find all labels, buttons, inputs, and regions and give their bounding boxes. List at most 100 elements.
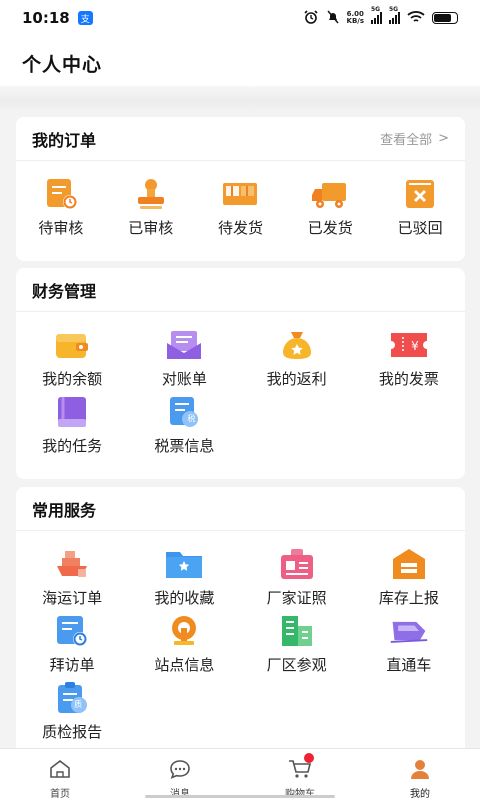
status-icons: 6.00 KB/s 5G 5G xyxy=(303,6,458,28)
svg-text:¥: ¥ xyxy=(411,339,419,353)
service-item-inventory-report[interactable]: 库存上报 xyxy=(353,547,465,608)
ship-icon xyxy=(52,547,92,581)
order-status-approved[interactable]: 已审核 xyxy=(106,177,196,238)
services-card: 常用服务 海运订单 我的收藏 厂家证照 库存上报 拜访单 站点信息 厂区参观 直… xyxy=(16,487,465,749)
finance-item-label: 我的发票 xyxy=(378,370,439,388)
finance-item-statement[interactable]: 对账单 xyxy=(128,328,240,389)
network-speed: 6.00 KB/s xyxy=(346,10,364,25)
finance-item-tasks[interactable]: 我的任务 xyxy=(16,395,128,456)
service-item-factory-visit[interactable]: 厂区参观 xyxy=(241,614,353,675)
order-status-pending-shipment[interactable]: 待发货 xyxy=(196,177,286,238)
service-item-label: 拜访单 xyxy=(49,656,95,674)
tax-badge-text: 税 xyxy=(187,414,196,423)
tab-messages[interactable]: 消息 xyxy=(120,749,240,800)
finance-card: 财务管理 我的余额 对账单 我的返利 ¥ 我的发票 我的任务 税 税票信息 xyxy=(16,268,465,479)
orders-title: 我的订单 xyxy=(32,130,97,150)
station-icon xyxy=(164,614,204,648)
approved-stamp-icon xyxy=(131,177,171,211)
service-item-label: 海运订单 xyxy=(42,589,103,607)
order-status-label: 待发货 xyxy=(217,219,263,237)
visit-clock-icon xyxy=(52,614,92,648)
shipped-truck-icon xyxy=(310,177,350,211)
pending-review-icon xyxy=(41,177,81,211)
service-item-station-info[interactable]: 站点信息 xyxy=(128,614,240,675)
orders-card-header: 我的订单 查看全部 > xyxy=(16,117,465,161)
service-item-label: 直通车 xyxy=(386,656,432,674)
finance-item-label: 税票信息 xyxy=(154,437,215,455)
order-status-label: 已驳回 xyxy=(397,219,443,237)
order-status-shipped[interactable]: 已发货 xyxy=(285,177,375,238)
view-all-orders-link[interactable]: 查看全部 > xyxy=(380,129,449,148)
tab-label: 首页 xyxy=(50,789,70,800)
service-item-express[interactable]: 直通车 xyxy=(353,614,465,675)
license-id-icon xyxy=(277,547,317,581)
services-card-header: 常用服务 xyxy=(16,487,465,531)
task-book-icon xyxy=(52,395,92,429)
statement-icon xyxy=(164,328,204,362)
tab-cart[interactable]: 购物车 xyxy=(240,749,360,800)
chevron-right-icon: > xyxy=(438,131,449,146)
home-icon xyxy=(49,759,71,783)
header-banner xyxy=(0,86,480,112)
service-item-quality-report[interactable]: 质 质检报告 xyxy=(16,681,128,742)
finance-item-label: 我的余额 xyxy=(42,370,103,388)
finance-card-header: 财务管理 xyxy=(16,268,465,312)
order-status-label: 已审核 xyxy=(128,219,174,237)
quality-badge-text: 质 xyxy=(74,700,83,709)
services-title: 常用服务 xyxy=(32,500,97,520)
wifi-icon xyxy=(407,9,425,28)
home-indicator xyxy=(145,795,335,798)
order-status-pending-review[interactable]: 待审核 xyxy=(16,177,106,238)
service-item-label: 质检报告 xyxy=(42,723,103,741)
train-icon xyxy=(389,614,429,648)
finance-item-label: 我的任务 xyxy=(42,437,103,455)
service-item-visit-form[interactable]: 拜访单 xyxy=(16,614,128,675)
tab-label: 我的 xyxy=(410,789,430,800)
service-item-label: 站点信息 xyxy=(154,656,215,674)
message-icon xyxy=(169,759,191,783)
order-status-label: 待审核 xyxy=(38,219,84,237)
order-status-label: 已发货 xyxy=(307,219,353,237)
orders-card: 我的订单 查看全部 > 待审核 已审核 待发货 已发货 已驳回 xyxy=(16,117,465,261)
cart-badge-dot xyxy=(304,753,314,763)
mute-bell-icon xyxy=(326,9,340,28)
finance-item-rebate[interactable]: 我的返利 xyxy=(241,328,353,389)
status-bar: 10:18 支 6.00 KB/s 5G 5G xyxy=(0,0,480,36)
service-item-label: 库存上报 xyxy=(378,589,439,607)
finance-item-label: 对账单 xyxy=(161,370,207,388)
factory-building-icon xyxy=(277,614,317,648)
view-all-label: 查看全部 xyxy=(380,133,433,148)
alarm-icon xyxy=(303,9,319,28)
tab-home[interactable]: 首页 xyxy=(0,749,120,800)
quality-report-icon: 质 xyxy=(52,681,92,715)
money-bag-icon xyxy=(277,328,317,362)
order-status-rejected[interactable]: 已驳回 xyxy=(375,177,465,238)
finance-item-label: 我的返利 xyxy=(266,370,327,388)
profile-icon xyxy=(409,759,431,783)
signal-icon-2: 5G xyxy=(389,6,400,24)
finance-item-tax-info[interactable]: 税 税票信息 xyxy=(128,395,240,456)
finance-title: 财务管理 xyxy=(32,281,97,301)
tax-receipt-icon: 税 xyxy=(164,395,204,429)
wallet-icon xyxy=(52,328,92,362)
service-item-label: 厂区参观 xyxy=(266,656,327,674)
rejected-icon xyxy=(400,177,440,211)
alipay-notification-icon: 支 xyxy=(77,11,93,25)
page-header: 个人中心 xyxy=(0,36,480,86)
service-item-licenses[interactable]: 厂家证照 xyxy=(241,547,353,608)
service-item-favorites[interactable]: 我的收藏 xyxy=(128,547,240,608)
service-item-label: 厂家证照 xyxy=(266,589,327,607)
pending-shipment-icon xyxy=(220,177,260,211)
service-item-sea-order[interactable]: 海运订单 xyxy=(16,547,128,608)
favorite-folder-icon xyxy=(164,547,204,581)
status-time: 10:18 xyxy=(22,9,70,27)
finance-item-balance[interactable]: 我的余额 xyxy=(16,328,128,389)
invoice-ticket-icon: ¥ xyxy=(389,328,429,362)
finance-item-invoice[interactable]: ¥ 我的发票 xyxy=(353,328,465,389)
tab-profile[interactable]: 我的 xyxy=(360,749,480,800)
signal-icon: 5G xyxy=(371,6,382,24)
warehouse-icon xyxy=(389,547,429,581)
page-title: 个人中心 xyxy=(22,54,103,76)
battery-icon xyxy=(432,12,458,24)
bottom-tab-bar: 首页 消息 购物车 我的 xyxy=(0,748,480,800)
